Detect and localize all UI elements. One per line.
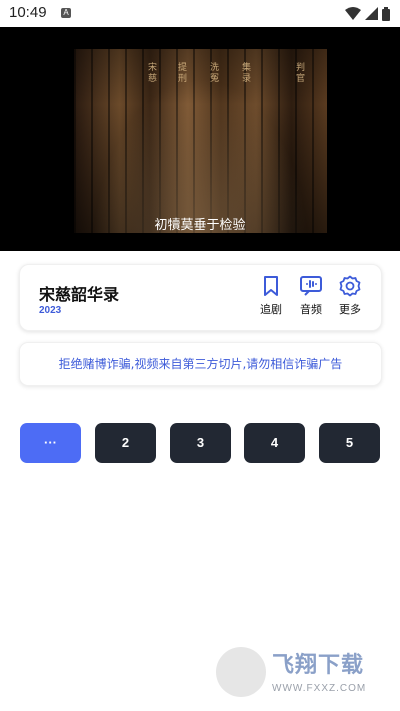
audio-button[interactable]: 音频 [294, 275, 328, 317]
follow-button[interactable]: 追剧 [254, 275, 288, 317]
drama-year: 2023 [39, 305, 62, 316]
bookmark-icon [264, 276, 278, 296]
episode-button-3[interactable]: 3 [170, 423, 231, 463]
signal-icon [365, 7, 378, 20]
follow-label: 追剧 [260, 303, 282, 316]
video-player[interactable]: 宋慈 提刑 洗冤 集录 判官 初犢莫垂于检验 [0, 27, 400, 251]
wifi-icon [345, 7, 361, 20]
scroll-glyphs: 集录 [242, 63, 252, 84]
video-subtitle: 初犢莫垂于检验 [154, 218, 246, 233]
episode-button-4[interactable]: 4 [244, 423, 305, 463]
system-icons [345, 6, 390, 21]
battery-icon [382, 6, 390, 21]
scroll-glyphs: 提刑 [178, 63, 188, 84]
drama-title: 宋慈韶华录 [39, 285, 120, 304]
audio-label: 音频 [300, 303, 322, 316]
status-time: 10:49 [9, 4, 47, 21]
watermark-title: 飞翔下载 [272, 653, 365, 678]
video-frame-bamboo-scroll: 宋慈 提刑 洗冤 集录 判官 [74, 49, 327, 233]
episode-button-5[interactable]: 5 [319, 423, 380, 463]
watermark: 飞翔下载 WWW.FXXZ.COM [216, 645, 388, 700]
audio-icon [300, 276, 322, 296]
gear-icon [339, 275, 361, 297]
scroll-glyphs: 宋慈 [148, 63, 158, 84]
anti-fraud-notice: 拒绝赌博诈骗,视频来自第三方切片,请勿相信诈骗广告 [19, 342, 382, 386]
notice-text: 拒绝赌博诈骗,视频来自第三方切片,请勿相信诈骗广告 [58, 357, 343, 371]
episode-button-more[interactable]: ··· [20, 423, 81, 463]
watermark-url: WWW.FXXZ.COM [272, 683, 367, 694]
scroll-glyphs: 判官 [296, 63, 306, 84]
scroll-glyphs: 洗冤 [210, 63, 220, 84]
status-bar: 10:49 A [0, 0, 400, 27]
notification-icon: A [61, 8, 71, 18]
more-button[interactable]: 更多 [333, 275, 367, 317]
watermark-logo-icon [216, 647, 266, 697]
episode-button-2[interactable]: 2 [95, 423, 156, 463]
more-label: 更多 [339, 303, 361, 316]
drama-info-card: 宋慈韶华录 2023 追剧 音频 更多 [19, 264, 382, 331]
